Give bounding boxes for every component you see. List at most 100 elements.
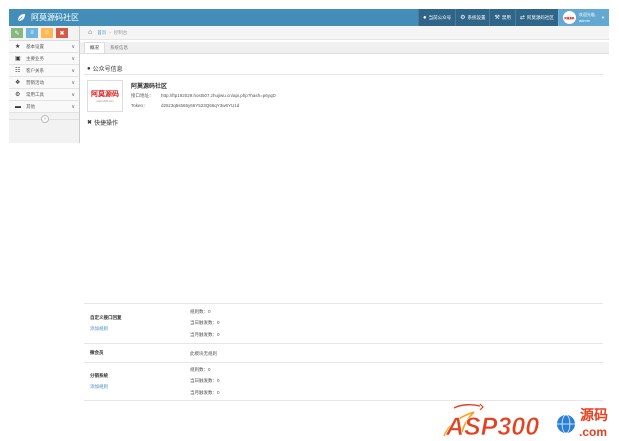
list-icon: ≡ bbox=[30, 30, 34, 36]
sidebar-item-main-business[interactable]: ▣ 主要业务 ∨ bbox=[9, 53, 79, 65]
breadcrumb: ⌂ 首页 › 控制台 bbox=[80, 26, 609, 40]
user-greeting: 欢迎光临, admin bbox=[579, 12, 596, 24]
group-shortcut-button[interactable]: ☺ bbox=[41, 28, 53, 38]
api-url-value: http://ftp192029.host507.zhujiwu.cn/api.… bbox=[161, 93, 276, 98]
pencil-icon: ✎ bbox=[14, 30, 20, 37]
star-icon: ★ bbox=[15, 44, 21, 50]
list-shortcut-button[interactable]: ≡ bbox=[26, 28, 38, 38]
sidebar-item-label: 客户关系 bbox=[26, 67, 44, 73]
trash-shortcut-button[interactable]: ✖ bbox=[56, 28, 68, 38]
user-icon: ● bbox=[87, 65, 91, 72]
cog-icon: ⚙ bbox=[15, 92, 21, 98]
shortcut-buttons: ✎ ≡ ☺ ✖ bbox=[9, 26, 79, 41]
nav-current-account[interactable]: ● 当前公众号 bbox=[417, 9, 456, 26]
account-name: 阿莫源码社区 bbox=[131, 84, 168, 90]
chevron-down-icon: ∨ bbox=[71, 103, 75, 110]
account-section-label: 公众号信息 bbox=[92, 67, 123, 73]
wecard-note: 此模块无规则 bbox=[190, 351, 217, 356]
brand[interactable]: 阿莫源码社区 bbox=[9, 9, 79, 26]
breadcrumb-separator: › bbox=[109, 30, 111, 35]
sidebar-item-label: 常用工具 bbox=[26, 91, 44, 97]
double-chevron-left-icon: « bbox=[43, 116, 47, 122]
sidebar-item-label: 其他 bbox=[26, 103, 35, 109]
wrench-icon: ⚒ bbox=[494, 15, 500, 21]
user-menu[interactable]: 阿莫源码 欢迎光临, admin ▼ bbox=[557, 9, 609, 26]
distribution-monthly-count: 当月触发数：0 bbox=[190, 390, 220, 395]
avatar-text: 阿莫源码 bbox=[564, 16, 575, 20]
distribution-daily-count: 当日触发数：0 bbox=[190, 378, 220, 383]
folder-icon: ▬ bbox=[15, 103, 21, 110]
account-logo-sub: www.2345.com bbox=[96, 100, 114, 103]
watermark-cn: 源码 bbox=[580, 407, 608, 424]
home-icon: ⌂ bbox=[88, 29, 93, 36]
leaf-icon bbox=[17, 13, 26, 22]
pencil-shortcut-button[interactable]: ✎ bbox=[11, 28, 23, 38]
watermark-text: ASP300 bbox=[445, 413, 539, 438]
account-logo: 阿莫源码 www.2345.com bbox=[87, 80, 123, 112]
stats-bottom-divider bbox=[84, 400, 603, 401]
sidebar-item-label: 主要业务 bbox=[26, 55, 44, 61]
nav-disable[interactable]: ⚒ 禁用 bbox=[489, 9, 515, 26]
chevron-down-icon: ∨ bbox=[71, 43, 75, 50]
distribution-add-rule-link[interactable]: 添加规则 bbox=[90, 384, 108, 390]
custom-reply-monthly-count: 当月触发数：0 bbox=[190, 332, 220, 337]
tab-bar: 概况 系统信息 bbox=[80, 42, 609, 54]
gift-icon: ❖ bbox=[15, 80, 21, 86]
brand-name: 阿莫源码社区 bbox=[31, 13, 79, 22]
collapse-sidebar-button[interactable]: « bbox=[41, 115, 49, 123]
sidebar-collapse: « bbox=[9, 113, 79, 125]
sidebar-item-crm[interactable]: ☷ 客户关系 ∨ bbox=[9, 65, 79, 77]
stats-divider bbox=[84, 362, 603, 363]
stats-top-divider bbox=[84, 303, 603, 304]
quick-section-title: ✖ 快捷操作 bbox=[87, 118, 118, 127]
avatar: 阿莫源码 bbox=[562, 11, 576, 24]
nav-label: 禁用 bbox=[501, 14, 511, 20]
sidebar-item-basic-settings[interactable]: ★ 基本设置 ∨ bbox=[9, 41, 79, 53]
custom-reply-label: 自定义接口回复 bbox=[90, 315, 122, 320]
section-divider bbox=[84, 74, 603, 75]
chevron-down-icon: ∨ bbox=[71, 79, 75, 86]
api-url-label: 接口地址： bbox=[131, 93, 154, 98]
chevron-down-icon: ∨ bbox=[71, 91, 75, 98]
wecard-label: 微会员 bbox=[90, 350, 104, 355]
sidebar-item-marketing[interactable]: ❖ 营销活动 ∨ bbox=[9, 77, 79, 89]
breadcrumb-current: 控制台 bbox=[113, 29, 128, 35]
sidebar-item-other[interactable]: ▬ 其他 ∨ bbox=[9, 101, 79, 113]
sitemap-icon: ☷ bbox=[15, 68, 21, 74]
sidebar-item-label: 基本设置 bbox=[26, 43, 44, 49]
gear-icon: ⚙ bbox=[460, 15, 466, 21]
tab-overview[interactable]: 概况 bbox=[84, 42, 105, 53]
nav-switch-community[interactable]: ⇄ 阿莫源码社区 bbox=[514, 9, 558, 26]
trash-icon: ✖ bbox=[59, 30, 65, 37]
watermark-domain: .com bbox=[579, 425, 607, 438]
close-icon: ✖ bbox=[87, 120, 93, 126]
username: admin bbox=[578, 17, 590, 23]
nav-label: 阿莫源码社区 bbox=[526, 14, 554, 20]
breadcrumb-home-link[interactable]: 首页 bbox=[97, 30, 106, 36]
asp300-watermark: ASP300 源码 .com bbox=[443, 403, 608, 438]
nav-system-settings[interactable]: ⚙ 系统设置 bbox=[455, 9, 490, 26]
quick-section-label: 快捷操作 bbox=[94, 121, 119, 127]
nav-label: 系统设置 bbox=[467, 14, 486, 20]
account-section-title: ● 公众号信息 bbox=[87, 64, 123, 74]
caret-down-icon: ▼ bbox=[601, 15, 605, 20]
tab-system-info[interactable]: 系统信息 bbox=[105, 42, 133, 53]
swap-icon: ⇄ bbox=[519, 15, 525, 21]
chevron-down-icon: ∨ bbox=[71, 55, 75, 62]
sidebar-item-tools[interactable]: ⚙ 常用工具 ∨ bbox=[9, 89, 79, 101]
api-url-row: 接口地址： http://ftp192029.host507.zhujiwu.cn… bbox=[131, 93, 276, 99]
top-navbar: 阿莫源码社区 ● 当前公众号 ⚙ 系统设置 ⚒ 禁用 ⇄ 阿莫源码社区 阿莫源码 欢迎光… bbox=[9, 9, 609, 26]
token-value: d25z3q5s565y66Y523Q66qY3w6YU1d bbox=[161, 103, 240, 108]
custom-reply-add-rule-link[interactable]: 添加规则 bbox=[90, 326, 108, 332]
token-label: Token： bbox=[131, 103, 148, 108]
group-icon: ☺ bbox=[43, 30, 51, 36]
distribution-rule-count: 规则数：0 bbox=[190, 367, 211, 372]
nav-label: 当前公众号 bbox=[428, 14, 452, 20]
stats-divider bbox=[84, 343, 603, 344]
top-nav: ● 当前公众号 ⚙ 系统设置 ⚒ 禁用 ⇄ 阿莫源码社区 阿莫源码 欢迎光临, admi… bbox=[417, 9, 609, 26]
custom-reply-daily-count: 当日触发数：0 bbox=[190, 320, 220, 325]
sidebar: ✎ ≡ ☺ ✖ ★ 基本设置 ∨ ▣ 主要业务 ∨ ☷ 客户关系 ∨ ❖ 营销活动 ∨ ⚙ 常用工… bbox=[9, 26, 80, 143]
chevron-down-icon: ∨ bbox=[71, 67, 75, 74]
account-logo-text: 阿莫源码 bbox=[91, 91, 119, 98]
user-icon: ● bbox=[422, 14, 427, 21]
